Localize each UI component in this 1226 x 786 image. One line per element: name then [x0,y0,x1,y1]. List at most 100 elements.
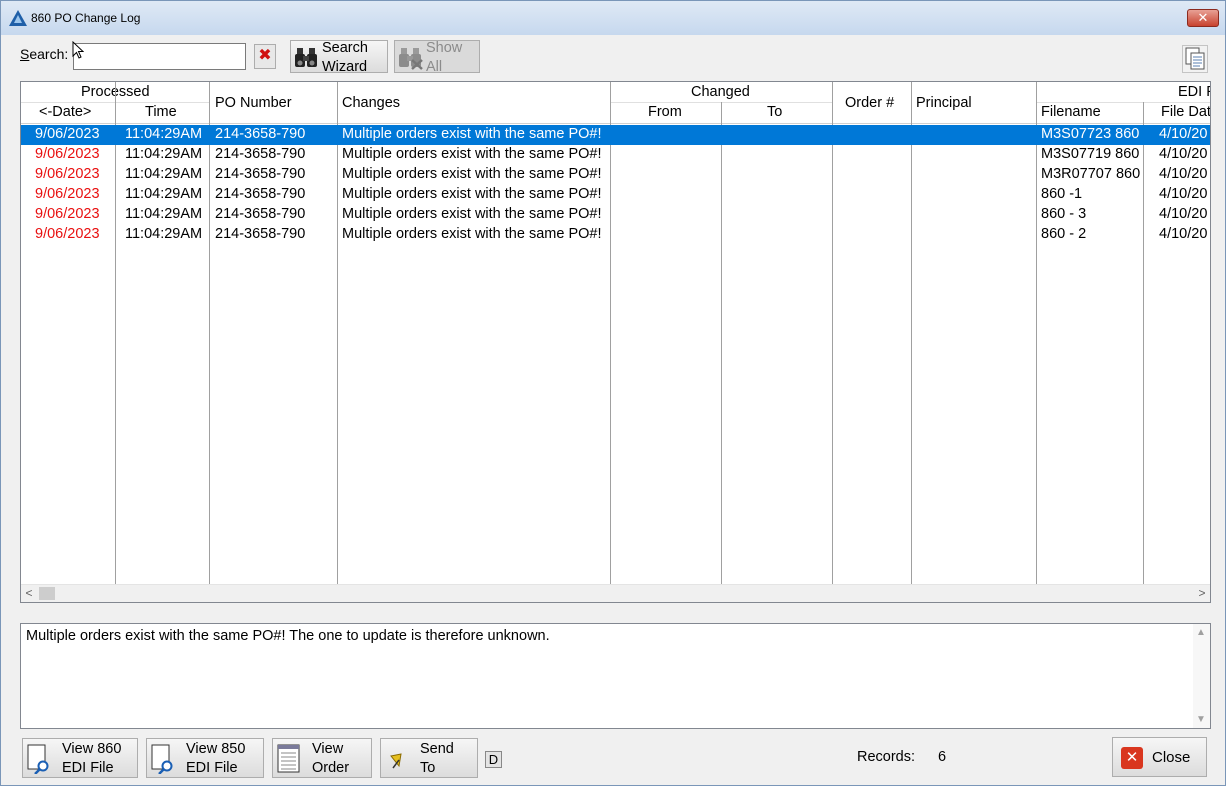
header-divider [1036,102,1210,103]
window-title: 860 PO Change Log [31,11,141,25]
search-wizard-label-1: Search [322,40,368,56]
cell-po: 214-3658-790 [215,126,306,142]
view-850-label-1: View 850 [186,741,246,757]
show-all-button[interactable]: Show All [394,40,480,75]
cell-changes: Multiple orders exist with the same PO#! [342,226,602,242]
column-header-file-date[interactable]: File Dat [1161,104,1210,120]
cell-filename: M3S07723 860 [1041,126,1140,142]
vertical-scrollbar[interactable]: ▲ ▼ [1193,624,1210,728]
column-header-filename[interactable]: Filename [1041,104,1101,120]
horizontal-scrollbar[interactable]: < > [21,584,1210,602]
client-area: Search: ✖ Search Wizard Show All Changed… [8,35,1220,781]
cell-time: 11:04:29AM [125,126,203,142]
app-logo-icon [9,10,27,26]
cell-changes: Multiple orders exist with the same PO#! [342,206,602,222]
clear-search-button[interactable]: ✖ [254,44,276,69]
cell-changes: Multiple orders exist with the same PO#! [342,186,602,202]
copy-button[interactable] [1182,45,1208,73]
column-header-changes[interactable]: Changes [342,95,400,111]
copy-icon [1185,47,1205,70]
view-860-edi-file-button[interactable]: View 860 EDI File [22,738,138,778]
cell-time: 11:04:29AM [125,166,203,182]
cell-time: 11:04:29AM [125,146,203,162]
cell-po: 214-3658-790 [215,206,306,222]
column-header-date[interactable]: <-Date> [39,104,91,120]
cell-file-date: 4/10/20 [1159,226,1208,242]
cell-date: 9/06/2023 [35,186,100,202]
cell-changes: Multiple orders exist with the same PO#! [342,146,602,162]
scroll-down-icon[interactable]: ▼ [1196,714,1206,725]
cell-filename: 860 - 2 [1041,226,1087,242]
order-form-icon [277,744,300,773]
document-search-icon [27,744,49,774]
table-row[interactable]: 9/06/2023 11:04:29AM 214-3658-790 Multiple … [21,185,1210,205]
cell-date: 9/06/2023 [35,146,100,162]
view-order-label-1: View [312,741,344,757]
d-indicator[interactable]: D [485,751,502,768]
column-header-order-number[interactable]: Order # [845,95,894,111]
message-memo[interactable]: Multiple orders exist with the same PO#!… [20,623,1211,729]
cell-date: 9/06/2023 [35,166,100,182]
cell-po: 214-3658-790 [215,166,306,182]
cell-changes: Multiple orders exist with the same PO#! [342,166,602,182]
memo-text: Multiple orders exist with the same PO#!… [26,628,550,644]
table-row[interactable]: 9/06/2023 11:04:29AM 214-3658-790 Multiple … [21,165,1210,185]
cell-date: 9/06/2023 [35,206,100,222]
close-label: Close [1152,749,1191,766]
group-header-changed: Changed [691,84,750,100]
table-row[interactable]: 9/06/2023 11:04:29AM 214-3658-790 Multiple … [21,145,1210,165]
cell-po: 214-3658-790 [215,146,306,162]
view-860-label-1: View 860 [62,741,122,757]
column-header-principal[interactable]: Principal [916,95,972,111]
cell-filename: 860 - 3 [1041,206,1087,222]
records-count: 6 [938,749,947,765]
records-label: Records: [857,749,916,765]
close-icon: ✕ [1121,747,1143,769]
title-bar: 860 PO Change Log ✕ [1,1,1225,35]
search-wizard-button[interactable]: Search Wizard [290,40,388,75]
scroll-left-icon[interactable]: < [21,586,37,600]
send-to-label-1: Send [420,741,454,757]
header-bottom-border [21,123,1210,124]
search-wizard-label-2: Wizard [322,59,368,75]
view-850-label-2: EDI File [186,760,238,776]
search-label: Search: [20,46,69,62]
view-850-edi-file-button[interactable]: View 850 EDI File [146,738,264,778]
cell-time: 11:04:29AM [125,186,203,202]
column-header-time[interactable]: Time [145,104,177,120]
send-to-button[interactable]: Send To [380,738,478,778]
show-all-label-1: Show [426,40,463,56]
send-arrow-icon [390,753,402,769]
cell-time: 11:04:29AM [125,206,203,222]
binoculars-icon [295,48,317,67]
cell-date: 9/06/2023 [35,226,100,242]
view-860-label-2: EDI File [62,760,114,776]
view-order-button[interactable]: View Order [272,738,372,778]
table-row[interactable]: 9/06/2023 11:04:29AM 214-3658-790 Multiple … [21,125,1210,145]
cell-file-date: 4/10/20 [1159,186,1208,202]
column-header-po-number[interactable]: PO Number [215,95,292,111]
po-change-log-grid[interactable]: Processed Changed EDI F <-Date> Time PO … [20,81,1211,603]
scroll-thumb[interactable] [39,587,55,600]
show-all-label-2: All [426,59,443,75]
group-header-edi: EDI F [1178,84,1210,100]
cell-file-date: 4/10/20 [1159,206,1208,222]
send-to-label-2: To [420,760,436,776]
column-header-to[interactable]: To [767,104,782,120]
column-header-from[interactable]: From [648,104,682,120]
cell-po: 214-3658-790 [215,226,306,242]
table-row[interactable]: 9/06/2023 11:04:29AM 214-3658-790 Multiple … [21,205,1210,225]
cell-file-date: 4/10/20 [1159,126,1208,142]
mouse-cursor-icon [72,41,84,59]
cell-file-date: 4/10/20 [1159,146,1208,162]
table-row[interactable]: 9/06/2023 11:04:29AM 214-3658-790 Multiple … [21,225,1210,245]
cell-filename: M3S07719 860 [1041,146,1140,162]
search-input[interactable] [73,43,246,70]
cell-time: 11:04:29AM [125,226,203,242]
document-search-icon [151,744,173,774]
cell-filename: M3R07707 860 [1041,166,1141,182]
scroll-up-icon[interactable]: ▲ [1196,627,1206,638]
scroll-right-icon[interactable]: > [1194,586,1210,600]
window-close-button[interactable]: ✕ [1187,9,1219,27]
close-button[interactable]: ✕ Close [1112,737,1207,777]
